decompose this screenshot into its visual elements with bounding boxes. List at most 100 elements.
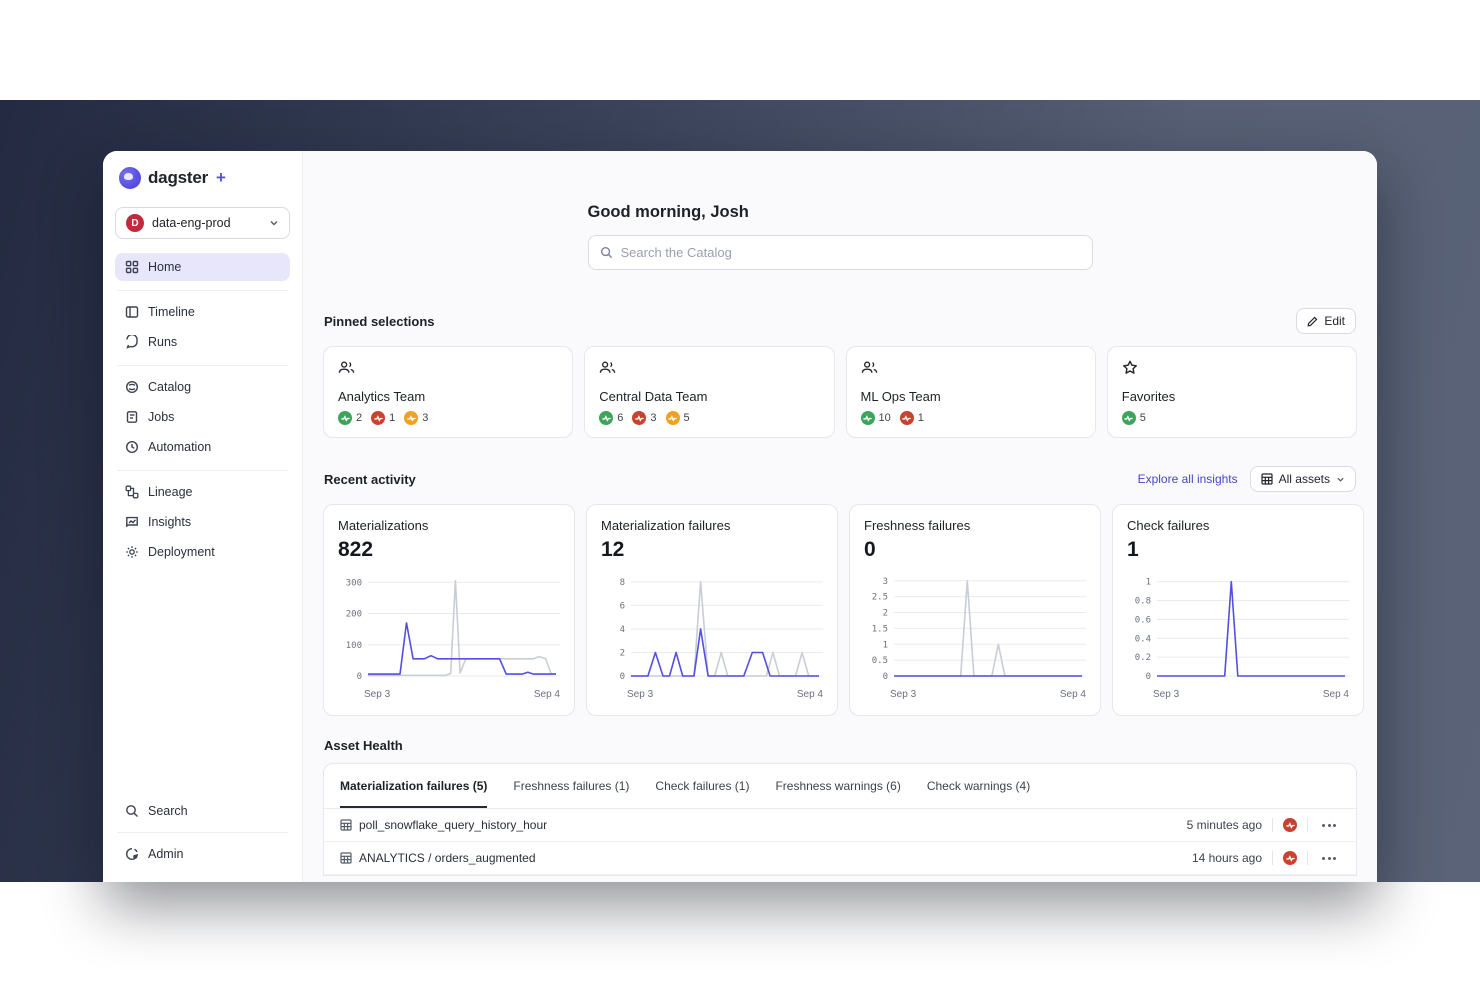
asset-row[interactable]: ANALYTICS / orders_augmented 14 hours ag… — [324, 842, 1356, 875]
people-icon — [338, 360, 355, 375]
asset-timestamp: 14 hours ago — [1192, 851, 1262, 865]
asset-health-tabs: Materialization failures (5) Freshness f… — [324, 764, 1356, 809]
chart-x-labels: Sep 3Sep 4 — [890, 689, 1086, 700]
tab-check-warnings[interactable]: Check warnings (4) — [927, 764, 1030, 808]
svg-text:0: 0 — [1146, 672, 1151, 682]
chevron-down-icon — [269, 218, 279, 228]
recent-activity-header: Recent activity Explore all insights All… — [324, 466, 1356, 492]
divider — [117, 290, 288, 291]
pinned-header: Pinned selections Edit — [324, 308, 1356, 334]
svg-text:0: 0 — [883, 672, 888, 682]
chart-title: Materializations — [338, 518, 560, 533]
insights-icon — [125, 515, 139, 529]
row-menu-button[interactable] — [1318, 853, 1340, 864]
pinned-card-central-data-team[interactable]: Central Data Team 6 3 5 — [584, 346, 834, 438]
sidebar-item-runs[interactable]: Runs — [115, 328, 290, 356]
svg-text:0.5: 0.5 — [872, 656, 888, 666]
sidebar-item-automation[interactable]: Automation — [115, 433, 290, 461]
home-grid-icon — [125, 260, 139, 274]
edit-button[interactable]: Edit — [1296, 308, 1356, 334]
error-pulse-icon — [1283, 818, 1297, 832]
catalog-search[interactable] — [588, 235, 1093, 270]
divider — [1272, 851, 1273, 865]
tab-freshness-failures[interactable]: Freshness failures (1) — [513, 764, 629, 808]
sidebar-item-label: Catalog — [148, 380, 191, 394]
svg-text:2: 2 — [883, 609, 888, 619]
chart-title: Materialization failures — [601, 518, 823, 533]
asset-row[interactable]: poll_snowflake_query_history_hour 5 minu… — [324, 809, 1356, 842]
svg-text:1: 1 — [883, 640, 888, 650]
sidebar-item-home[interactable]: Home — [115, 253, 290, 281]
count-value: 3 — [422, 412, 428, 424]
sidebar-item-catalog[interactable]: Catalog — [115, 373, 290, 401]
sidebar-item-label: Home — [148, 260, 181, 274]
svg-text:1.5: 1.5 — [872, 624, 888, 634]
success-pulse-icon — [861, 411, 875, 425]
tab-materialization-failures[interactable]: Materialization failures (5) — [340, 764, 487, 808]
materialization-failures-chart: 02468 — [601, 570, 823, 682]
search-input[interactable] — [621, 245, 1081, 260]
sidebar-item-lineage[interactable]: Lineage — [115, 478, 290, 506]
timeline-icon — [125, 305, 139, 319]
sidebar-item-timeline[interactable]: Timeline — [115, 298, 290, 326]
chart-total: 822 — [338, 538, 560, 562]
divider — [1272, 818, 1273, 832]
tab-freshness-warnings[interactable]: Freshness warnings (6) — [775, 764, 900, 808]
asset-timestamp: 5 minutes ago — [1187, 818, 1262, 832]
clock-icon — [125, 440, 139, 454]
workspace-name: data-eng-prod — [152, 216, 261, 230]
divider — [1307, 851, 1308, 865]
pinned-card-analytics-team[interactable]: Analytics Team 2 1 3 — [323, 346, 573, 438]
svg-text:2: 2 — [620, 648, 625, 658]
error-pulse-icon — [900, 411, 914, 425]
svg-text:0.8: 0.8 — [1135, 597, 1151, 607]
sidebar-item-label: Admin — [148, 847, 183, 861]
error-pulse-icon — [371, 411, 385, 425]
sidebar-item-admin[interactable]: Admin — [115, 840, 290, 868]
row-menu-button[interactable] — [1318, 820, 1340, 831]
svg-text:8: 8 — [620, 578, 625, 588]
gear-icon — [125, 545, 139, 559]
tab-check-failures[interactable]: Check failures (1) — [655, 764, 749, 808]
svg-text:0.4: 0.4 — [1135, 634, 1151, 644]
sidebar-item-search[interactable]: Search — [115, 797, 290, 825]
sidebar-item-insights[interactable]: Insights — [115, 508, 290, 536]
jobs-icon — [125, 410, 139, 424]
success-pulse-icon — [338, 411, 352, 425]
sidebar-item-label: Lineage — [148, 485, 193, 499]
sidebar-item-label: Automation — [148, 440, 211, 454]
workspace-avatar: D — [126, 214, 144, 232]
lineage-icon — [125, 485, 139, 499]
explore-all-insights-link[interactable]: Explore all insights — [1138, 472, 1238, 486]
check-failures-chart: 00.20.40.60.81 — [1127, 570, 1349, 682]
sidebar: dagster + D data-eng-prod Home Timeline — [103, 151, 303, 882]
sidebar-item-label: Search — [148, 804, 188, 818]
count-value: 5 — [684, 412, 690, 424]
pinned-card-ml-ops-team[interactable]: ML Ops Team 10 1 — [846, 346, 1096, 438]
svg-text:300: 300 — [346, 578, 362, 588]
success-pulse-icon — [1122, 411, 1136, 425]
chart-total: 0 — [864, 538, 1086, 562]
pinned-card-title: Central Data Team — [599, 389, 819, 404]
sidebar-item-deployment[interactable]: Deployment — [115, 538, 290, 566]
sidebar-item-label: Insights — [148, 515, 191, 529]
sidebar-item-label: Deployment — [148, 545, 215, 559]
chart-x-labels: Sep 3Sep 4 — [364, 689, 560, 700]
status-counts: 2 1 3 — [338, 411, 558, 425]
sidebar-bottom: Search Admin — [115, 797, 290, 870]
status-counts: 6 3 5 — [599, 411, 819, 425]
chart-x-labels: Sep 3Sep 4 — [1153, 689, 1349, 700]
asset-filter-dropdown[interactable]: All assets — [1250, 466, 1356, 492]
asset-filter-label: All assets — [1279, 472, 1330, 486]
freshness-failures-chart-card: Freshness failures 0 00.511.522.53 Sep 3… — [849, 504, 1101, 716]
search-icon — [600, 246, 613, 259]
svg-text:200: 200 — [346, 610, 362, 620]
sidebar-item-jobs[interactable]: Jobs — [115, 403, 290, 431]
svg-text:0: 0 — [620, 672, 625, 682]
svg-text:6: 6 — [620, 601, 625, 611]
workspace-selector[interactable]: D data-eng-prod — [115, 207, 290, 239]
pinned-card-favorites[interactable]: Favorites 5 — [1107, 346, 1357, 438]
sidebar-item-label: Jobs — [148, 410, 174, 424]
divider — [1307, 818, 1308, 832]
recent-activity-title: Recent activity — [324, 472, 416, 487]
